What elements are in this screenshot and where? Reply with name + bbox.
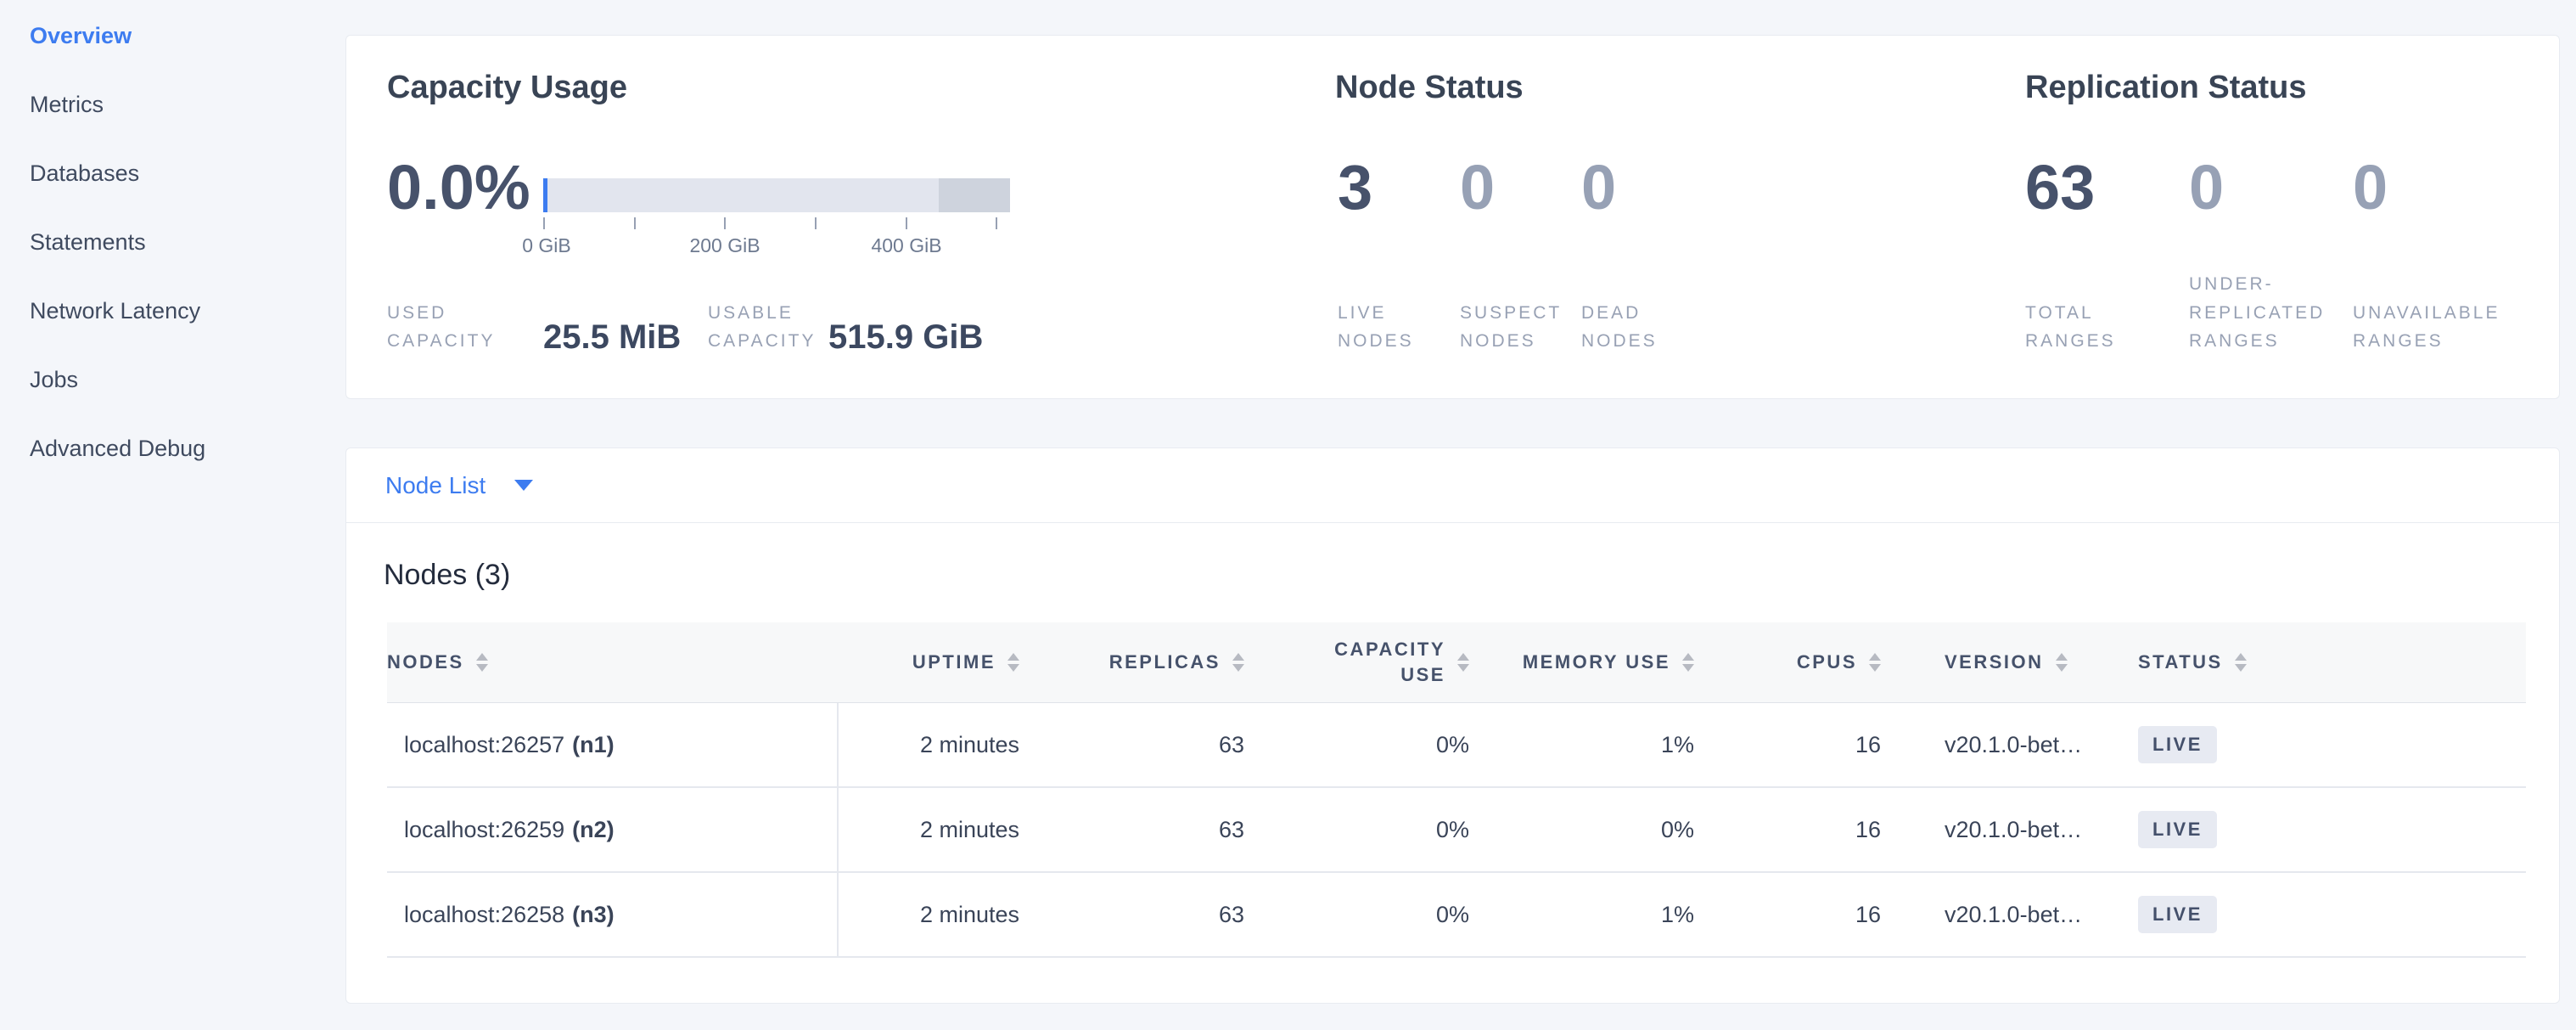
column-header-cpus[interactable]: CPUS (1715, 651, 1902, 673)
column-header-version[interactable]: VERSION (1902, 651, 2089, 673)
sort-icon[interactable] (2235, 653, 2247, 672)
sort-icon[interactable] (1682, 653, 1694, 672)
table-row[interactable]: localhost:26259 (n2) 2 minutes 63 0% 0% … (387, 788, 2526, 873)
axis-label-0gib: 0 GiB (522, 234, 571, 257)
status-badge: LIVE (2138, 896, 2217, 933)
capacity-use-cell: 0% (1266, 788, 1490, 871)
column-header-replicas[interactable]: REPLICAS (1041, 651, 1266, 673)
node-address-cell[interactable]: localhost:26259 (n2) (387, 788, 839, 871)
status-cell: LIVE (2089, 788, 2526, 871)
capacity-gauge-reserved-segment (939, 178, 1010, 212)
capacity-gauge-bar (543, 178, 1010, 212)
live-nodes-count: 3 (1338, 156, 1372, 219)
column-header-uptime[interactable]: UPTIME (839, 651, 1041, 673)
under-replicated-ranges-label: UNDER-REPLICATEDRANGES (2189, 270, 2325, 356)
under-replicated-ranges-count: 0 (2189, 156, 2224, 219)
uptime-cell: 2 minutes (839, 703, 1041, 786)
status-badge: LIVE (2138, 811, 2217, 848)
uptime-cell: 2 minutes (839, 873, 1041, 956)
sidebar-item-overview[interactable]: Overview (0, 2, 345, 70)
axis-label-400gib: 400 GiB (871, 234, 941, 257)
replication-status-title: Replication Status (2025, 70, 2307, 106)
column-header-capacity-use[interactable]: CAPACITYUSE (1266, 637, 1490, 687)
sidebar-item-databases[interactable]: Databases (0, 139, 345, 208)
sort-icon[interactable] (1232, 653, 1244, 672)
capacity-use-cell: 0% (1266, 873, 1490, 956)
used-capacity-label: USEDCAPACITY (387, 299, 495, 356)
memory-use-cell: 1% (1490, 703, 1715, 786)
node-status-title: Node Status (1335, 70, 1524, 106)
version-cell: v20.1.0-bet… (1902, 788, 2089, 871)
main-content: Capacity Usage 0.0% 0 GiB 200 GiB (345, 0, 2576, 1004)
used-capacity-value: 25.5 MiB (543, 318, 681, 356)
node-address-cell[interactable]: localhost:26258 (n3) (387, 873, 839, 956)
capacity-gauge: 0 GiB 200 GiB 400 GiB (543, 178, 1019, 258)
suspect-nodes-count: 0 (1460, 156, 1495, 219)
sidebar-item-network-latency[interactable]: Network Latency (0, 277, 345, 346)
capacity-use-cell: 0% (1266, 703, 1490, 786)
sort-icon[interactable] (1007, 653, 1019, 672)
cpus-cell: 16 (1715, 703, 1902, 786)
sidebar-item-metrics[interactable]: Metrics (0, 70, 345, 139)
version-cell: v20.1.0-bet… (1902, 873, 2089, 956)
usable-capacity-label: USABLECAPACITY (708, 299, 816, 356)
cluster-summary-card: Capacity Usage 0.0% 0 GiB 200 GiB (345, 35, 2560, 399)
capacity-gauge-used-marker (543, 178, 547, 212)
dead-nodes-count: 0 (1581, 156, 1616, 219)
sidebar: Overview Metrics Databases Statements Ne… (0, 0, 345, 1004)
node-list-view-selector[interactable]: Node List (346, 448, 2559, 523)
chevron-down-icon (514, 480, 533, 491)
nodes-table-header: NODES UPTIME REPLICAS CAPACITYUSE (387, 622, 2526, 703)
usable-capacity-value: 515.9 GiB (828, 318, 983, 356)
total-ranges-count: 63 (2025, 156, 2095, 219)
status-cell: LIVE (2089, 873, 2526, 956)
unavailable-ranges-label: UNAVAILABLERANGES (2353, 299, 2500, 356)
node-list-selector-label: Node List (385, 472, 485, 499)
total-ranges-label: TOTALRANGES (2025, 299, 2116, 356)
sort-icon[interactable] (1869, 653, 1881, 672)
table-row[interactable]: localhost:26257 (n1) 2 minutes 63 0% 1% … (387, 703, 2526, 788)
replicas-cell: 63 (1041, 788, 1266, 871)
sidebar-item-advanced-debug[interactable]: Advanced Debug (0, 414, 345, 483)
version-cell: v20.1.0-bet… (1902, 703, 2089, 786)
column-header-nodes[interactable]: NODES (387, 651, 839, 673)
capacity-gauge-ticks (543, 217, 1019, 231)
column-header-status[interactable]: STATUS (2089, 651, 2526, 673)
replicas-cell: 63 (1041, 703, 1266, 786)
sidebar-item-statements[interactable]: Statements (0, 208, 345, 277)
capacity-used-percent: 0.0% (387, 156, 530, 219)
unavailable-ranges-count: 0 (2353, 156, 2388, 219)
capacity-usage-title: Capacity Usage (387, 70, 627, 106)
dead-nodes-label: DEADNODES (1581, 299, 1658, 356)
status-cell: LIVE (2089, 703, 2526, 786)
cpus-cell: 16 (1715, 873, 1902, 956)
status-badge: LIVE (2138, 726, 2217, 763)
replicas-cell: 63 (1041, 873, 1266, 956)
suspect-nodes-label: SUSPECTNODES (1460, 299, 1562, 356)
sort-icon[interactable] (2056, 653, 2068, 672)
node-list-card: Node List Nodes (3) NODES UPTIME REPLICA… (345, 447, 2560, 1004)
sort-icon[interactable] (476, 653, 488, 672)
axis-label-200gib: 200 GiB (689, 234, 760, 257)
sidebar-item-jobs[interactable]: Jobs (0, 346, 345, 414)
column-header-memory-use[interactable]: MEMORY USE (1490, 651, 1715, 673)
cpus-cell: 16 (1715, 788, 1902, 871)
uptime-cell: 2 minutes (839, 788, 1041, 871)
memory-use-cell: 1% (1490, 873, 1715, 956)
memory-use-cell: 0% (1490, 788, 1715, 871)
nodes-heading: Nodes (3) (384, 559, 2559, 592)
nodes-table: NODES UPTIME REPLICAS CAPACITYUSE (387, 622, 2526, 958)
app-layout: Overview Metrics Databases Statements Ne… (0, 0, 2576, 1004)
live-nodes-label: LIVENODES (1338, 299, 1414, 356)
capacity-gauge-axis-labels: 0 GiB 200 GiB 400 GiB (543, 234, 1019, 258)
table-row[interactable]: localhost:26258 (n3) 2 minutes 63 0% 1% … (387, 873, 2526, 958)
node-address-cell[interactable]: localhost:26257 (n1) (387, 703, 839, 786)
sort-icon[interactable] (1457, 653, 1469, 672)
